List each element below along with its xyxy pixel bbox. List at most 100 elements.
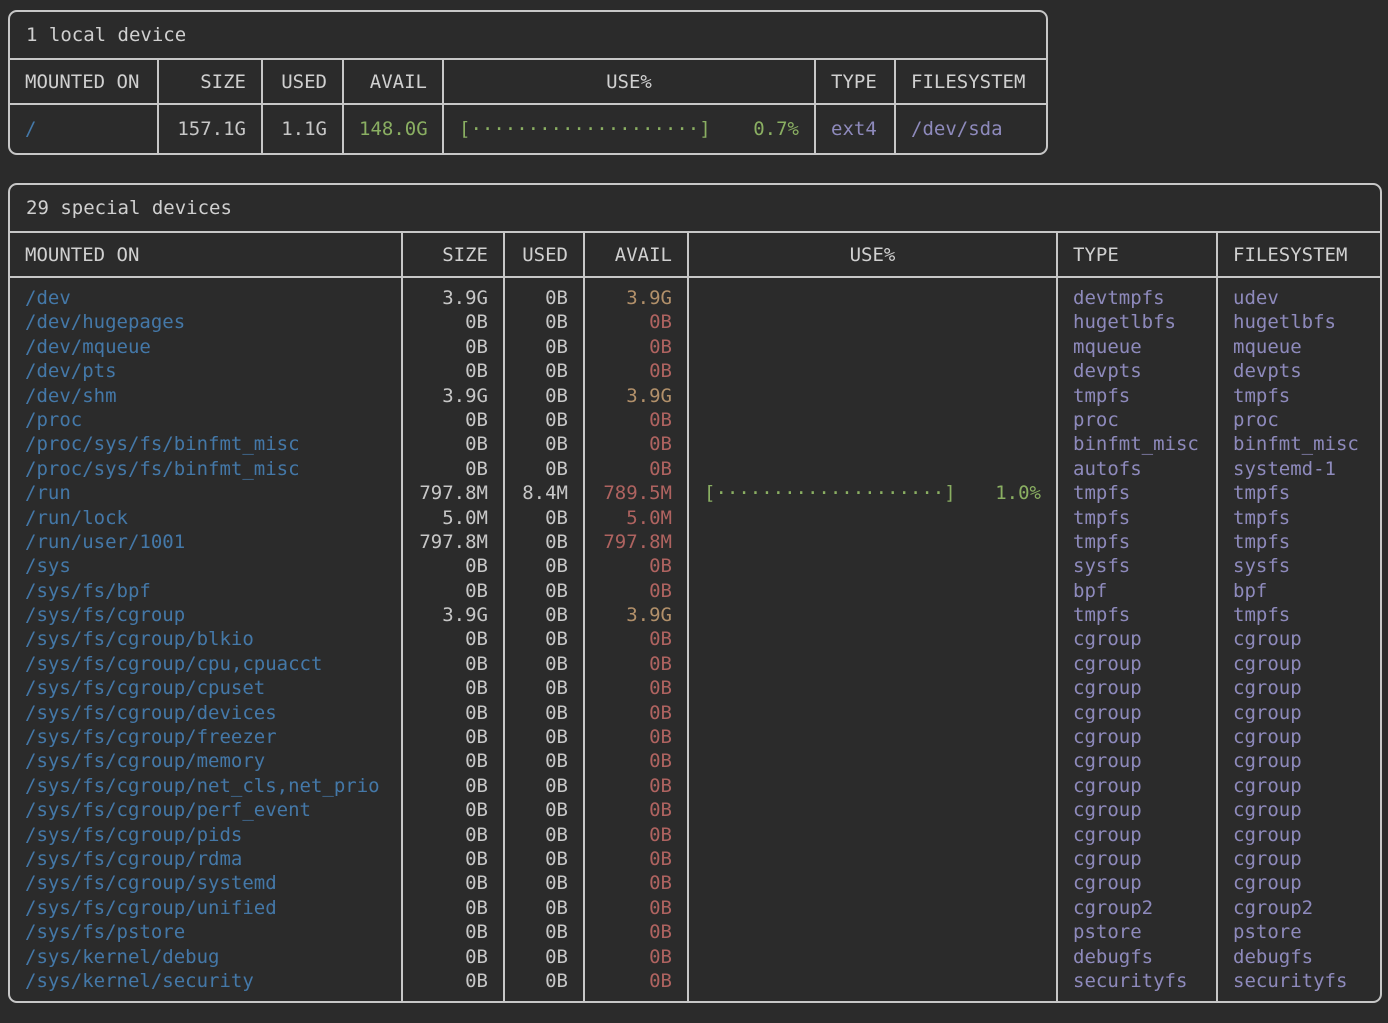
cell-filesystem: cgroup [1218, 701, 1380, 725]
cell-size: 0B [403, 579, 503, 603]
body-column-used: 1.1G [263, 105, 344, 153]
cell-filesystem: cgroup [1218, 823, 1380, 847]
cell-filesystem: cgroup [1218, 871, 1380, 895]
cell-type: cgroup [1058, 627, 1216, 651]
cell-mounted-on: /dev/mqueue [10, 335, 401, 359]
cell-mounted-on: /sys/fs/pstore [10, 920, 401, 944]
column-header-used: USED [505, 233, 585, 276]
cell-used: 0B [505, 945, 583, 969]
cell-use-percent [689, 774, 1056, 798]
cell-mounted-on: /sys [10, 554, 401, 578]
column-header-size: SIZE [159, 60, 263, 103]
cell-avail: 3.9G [585, 603, 687, 627]
cell-used: 0B [505, 969, 583, 993]
local-devices-header: MOUNTED ON SIZE USED AVAIL USE% TYPE FIL… [10, 60, 1046, 105]
cell-type: cgroup [1058, 871, 1216, 895]
cell-filesystem: devpts [1218, 359, 1380, 383]
column-header-used: USED [263, 60, 344, 103]
cell-use-percent [689, 579, 1056, 603]
cell-mounted-on: /sys/fs/cgroup/net_cls,net_prio [10, 774, 401, 798]
cell-size: 157.1G [159, 115, 261, 143]
cell-size: 0B [403, 823, 503, 847]
cell-mounted-on: /run [10, 481, 401, 505]
body-column-filesystem: udevhugetlbfsmqueuedevptstmpfsprocbinfmt… [1218, 278, 1380, 1001]
cell-used: 0B [505, 286, 583, 310]
cell-type: tmpfs [1058, 384, 1216, 408]
cell-filesystem: tmpfs [1218, 384, 1380, 408]
cell-filesystem: hugetlbfs [1218, 310, 1380, 334]
body-column-avail: 3.9G0B0B0B3.9G0B0B0B789.5M5.0M797.8M0B0B… [585, 278, 689, 1001]
cell-size: 0B [403, 896, 503, 920]
cell-mounted-on: /dev/hugepages [10, 310, 401, 334]
cell-type: ext4 [816, 115, 894, 143]
cell-use-percent [689, 652, 1056, 676]
cell-use-percent [689, 969, 1056, 993]
usage-bar: [····················] [704, 481, 956, 505]
cell-use-percent [689, 554, 1056, 578]
cell-avail: 0B [585, 920, 687, 944]
cell-type: autofs [1058, 457, 1216, 481]
cell-type: devtmpfs [1058, 286, 1216, 310]
cell-filesystem: pstore [1218, 920, 1380, 944]
body-column-mounted-on: / [10, 105, 159, 153]
cell-size: 0B [403, 335, 503, 359]
cell-used: 0B [505, 896, 583, 920]
cell-type: tmpfs [1058, 506, 1216, 530]
column-header-mounted-on: MOUNTED ON [10, 233, 403, 276]
cell-avail: 0B [585, 701, 687, 725]
column-header-type: TYPE [816, 60, 896, 103]
cell-used: 0B [505, 676, 583, 700]
cell-size: 0B [403, 871, 503, 895]
cell-used: 0B [505, 798, 583, 822]
cell-avail: 0B [585, 945, 687, 969]
cell-type: sysfs [1058, 554, 1216, 578]
cell-avail: 0B [585, 457, 687, 481]
cell-mounted-on: /sys/fs/cgroup [10, 603, 401, 627]
cell-type: securityfs [1058, 969, 1216, 993]
cell-filesystem: tmpfs [1218, 506, 1380, 530]
cell-type: devpts [1058, 359, 1216, 383]
column-header-avail: AVAIL [344, 60, 444, 103]
cell-use-percent [689, 823, 1056, 847]
cell-size: 3.9G [403, 286, 503, 310]
cell-type: cgroup [1058, 774, 1216, 798]
cell-used: 0B [505, 554, 583, 578]
cell-avail: 0B [585, 627, 687, 651]
cell-used: 0B [505, 774, 583, 798]
cell-filesystem: cgroup [1218, 774, 1380, 798]
cell-use-percent [689, 530, 1056, 554]
cell-mounted-on: /sys/fs/cgroup/pids [10, 823, 401, 847]
cell-filesystem: tmpfs [1218, 481, 1380, 505]
cell-avail: 0B [585, 335, 687, 359]
cell-mounted-on: /sys/fs/cgroup/blkio [10, 627, 401, 651]
cell-used: 0B [505, 823, 583, 847]
cell-mounted-on: /sys/fs/cgroup/cpu,cpuacct [10, 652, 401, 676]
cell-avail: 0B [585, 652, 687, 676]
cell-use-percent [689, 384, 1056, 408]
cell-size: 0B [403, 969, 503, 993]
cell-mounted-on: /sys/fs/cgroup/systemd [10, 871, 401, 895]
cell-used: 0B [505, 579, 583, 603]
column-header-mounted-on: MOUNTED ON [10, 60, 159, 103]
cell-filesystem: tmpfs [1218, 530, 1380, 554]
cell-mounted-on: /proc [10, 408, 401, 432]
cell-used: 0B [505, 627, 583, 651]
body-column-filesystem: /dev/sda [896, 105, 1046, 153]
cell-use-percent [689, 335, 1056, 359]
cell-mounted-on: /sys/fs/bpf [10, 579, 401, 603]
cell-use-percent [689, 627, 1056, 651]
cell-mounted-on: /sys/fs/cgroup/unified [10, 896, 401, 920]
local-devices-table: 1 local device MOUNTED ON SIZE USED AVAI… [8, 10, 1048, 155]
cell-size: 0B [403, 920, 503, 944]
cell-mounted-on: /sys/fs/cgroup/freezer [10, 725, 401, 749]
column-header-type: TYPE [1058, 233, 1218, 276]
cell-used: 0B [505, 871, 583, 895]
cell-use-percent [689, 725, 1056, 749]
body-column-type: ext4 [816, 105, 896, 153]
column-header-filesystem: FILESYSTEM [1218, 233, 1380, 276]
cell-size: 0B [403, 627, 503, 651]
cell-avail: 0B [585, 798, 687, 822]
cell-type: cgroup [1058, 798, 1216, 822]
cell-mounted-on: /sys/fs/cgroup/perf_event [10, 798, 401, 822]
cell-filesystem: /dev/sda [896, 115, 1046, 143]
